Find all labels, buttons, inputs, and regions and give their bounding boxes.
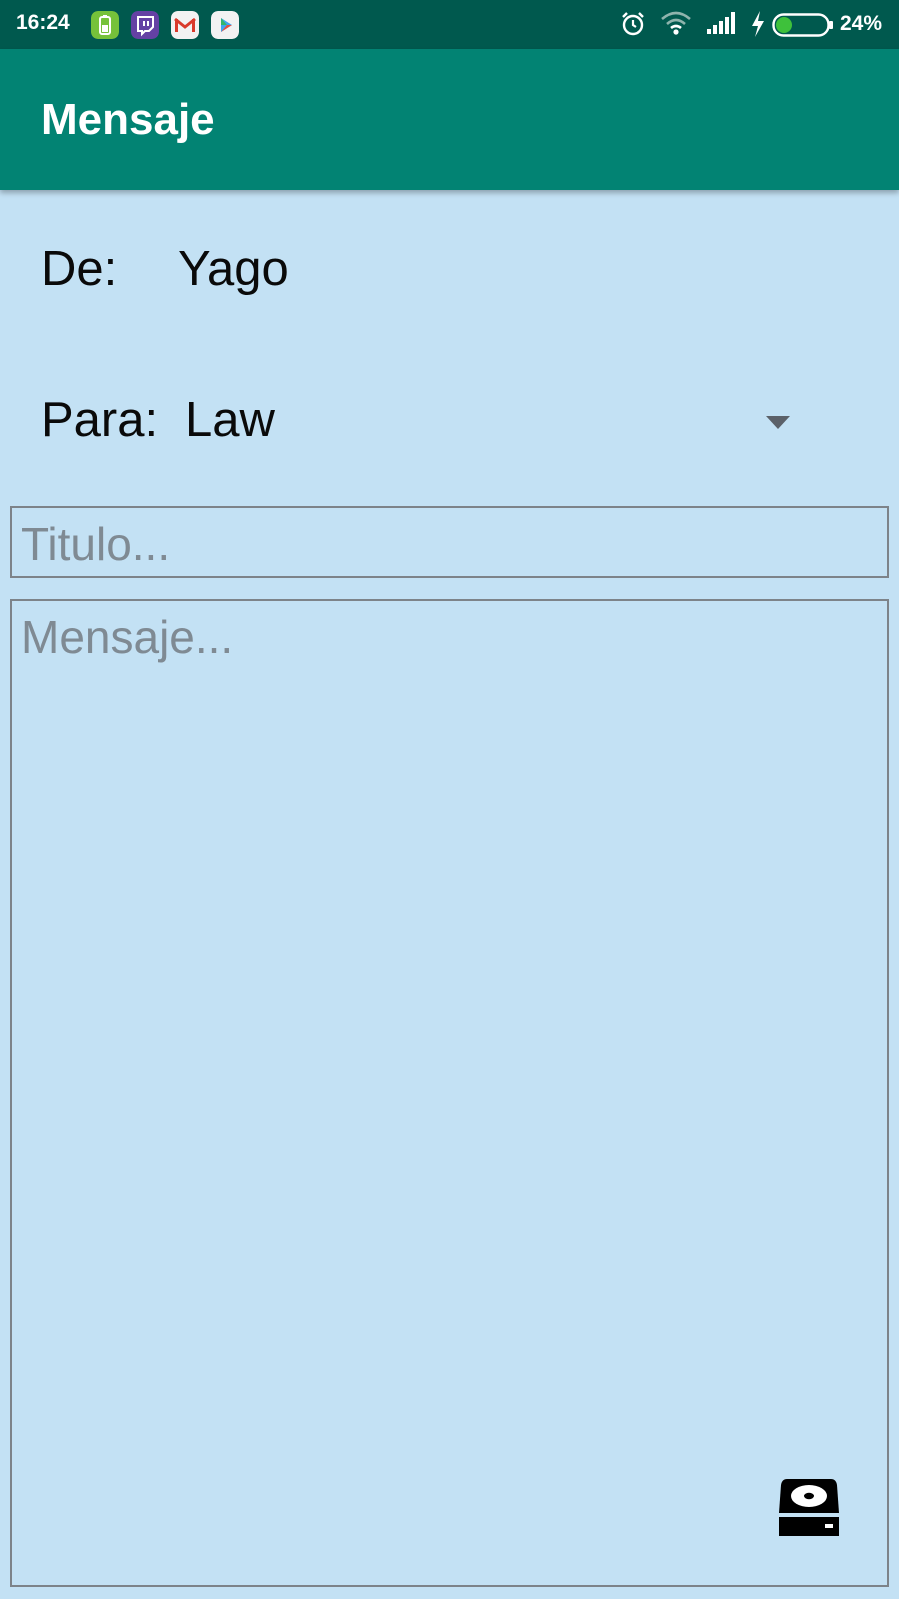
app-bar: Mensaje <box>0 49 899 190</box>
charging-icon <box>752 11 764 37</box>
play-store-icon <box>211 11 239 39</box>
status-bar: 16:24 24% <box>0 0 899 49</box>
gmail-icon <box>171 11 199 39</box>
dropdown-arrow-icon <box>766 416 790 429</box>
title-input[interactable] <box>10 506 889 578</box>
signal-icon <box>707 12 735 34</box>
battery-icon <box>772 13 833 37</box>
page-title: Mensaje <box>41 95 215 144</box>
save-button[interactable] <box>778 1477 840 1537</box>
recipient-selected: Law <box>185 393 275 447</box>
alarm-icon <box>622 12 644 36</box>
status-time: 16:24 <box>16 11 70 34</box>
hard-drive-save-icon <box>779 1479 839 1536</box>
battery-percent: 24% <box>840 12 883 35</box>
from-label: De: <box>41 242 118 296</box>
from-value: Yago <box>178 242 289 296</box>
to-label: Para: <box>41 393 159 447</box>
message-input[interactable] <box>10 599 889 1587</box>
wifi-icon <box>661 11 691 35</box>
battery-app-icon <box>91 11 119 39</box>
twitch-icon <box>131 11 159 39</box>
recipient-spinner[interactable]: Law <box>185 392 805 450</box>
